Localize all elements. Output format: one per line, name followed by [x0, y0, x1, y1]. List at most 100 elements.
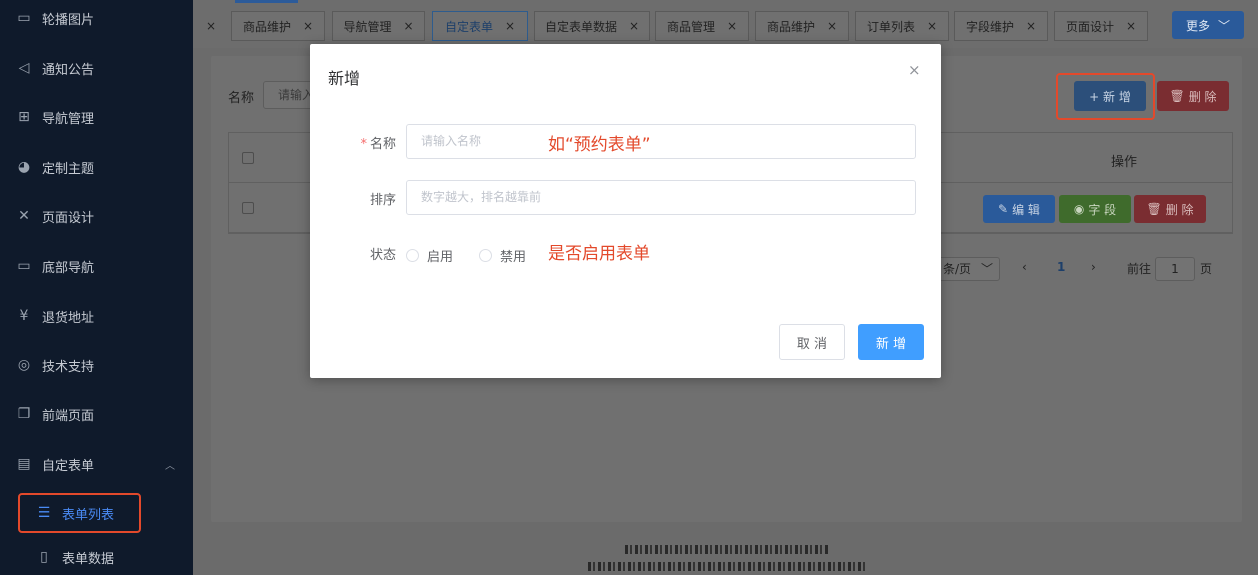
trash-icon: 🗑	[1146, 202, 1162, 216]
sidebar-item-theme[interactable]: ◕ 定制主题	[0, 147, 193, 187]
close-icon[interactable]: ×	[629, 19, 639, 33]
close-icon[interactable]: ×	[303, 19, 313, 33]
radio-circle[interactable]	[406, 249, 419, 262]
name-label-text: 名称	[369, 137, 396, 152]
close-icon[interactable]: ×	[505, 19, 515, 33]
chevron-up-icon: ︿	[165, 460, 175, 472]
prev-page-icon[interactable]: ‹	[1022, 260, 1027, 274]
tab-order-list[interactable]: 订单列表 ×	[855, 11, 949, 41]
edit-button[interactable]: ✎ 编 辑	[983, 195, 1055, 223]
name-label: * 名称	[336, 133, 396, 152]
highlight-box	[1056, 73, 1155, 120]
tab-label: 字段维护	[965, 19, 1014, 34]
page-size-select[interactable]: 条/页 ﹀	[938, 257, 1000, 281]
field-button[interactable]: ◉ 字 段	[1059, 195, 1131, 223]
select-all-checkbox[interactable]	[242, 152, 254, 164]
next-page-icon[interactable]: ›	[1091, 260, 1096, 274]
radio-circle[interactable]	[479, 249, 492, 262]
add-dialog: 新增 × * 名称 请输入名称 如“预约表单” 排序 数字越大，排名越靠前 状态 …	[310, 44, 941, 378]
close-icon[interactable]: ×	[1126, 19, 1136, 33]
status-label: 状态	[369, 248, 396, 263]
close-icon[interactable]: ×	[206, 19, 216, 33]
page-size-label: 条/页	[943, 262, 972, 276]
sidebar-item-label: 轮播图片	[42, 12, 95, 28]
cancel-button[interactable]: 取 消	[779, 324, 845, 360]
more-button[interactable]: 更多 ﹀	[1172, 11, 1244, 39]
sidebar-item-label: 技术支持	[42, 359, 95, 375]
sidebar-item-notice[interactable]: ◁ 通知公告	[0, 48, 193, 88]
column-header-operation: 操作	[1111, 155, 1138, 170]
name-input[interactable]: 请输入名称	[406, 124, 916, 159]
confirm-add-button[interactable]: 新 增	[858, 324, 924, 360]
support-icon: ◎	[17, 357, 31, 373]
edit-label: 编 辑	[1012, 202, 1040, 217]
sidebar: ▭ 轮播图片 ◁ 通知公告 ⊞ 导航管理 ◕ 定制主题 ✕ 页面设计 ▭ 底部导…	[0, 0, 193, 575]
delete-label: 删 除	[1188, 89, 1217, 104]
tab-label: 商品维护	[242, 19, 291, 34]
sidebar-item-label: 底部导航	[42, 260, 95, 276]
row-checkbox[interactable]	[242, 202, 254, 214]
status-radio-enable[interactable]: 启用	[406, 246, 453, 265]
sidebar-item-nav[interactable]: ⊞ 导航管理	[0, 97, 193, 137]
sort-input[interactable]: 数字越大，排名越靠前	[406, 180, 916, 215]
sidebar-item-support[interactable]: ◎ 技术支持	[0, 345, 193, 385]
close-icon[interactable]: ×	[927, 19, 937, 33]
tab-label: 商品维护	[766, 19, 815, 34]
status-annotation: 是否启用表单	[548, 244, 650, 264]
sidebar-item-frontend[interactable]: ❐ 前端页面	[0, 394, 193, 434]
sidebar-item-carousel[interactable]: ▭ 轮播图片	[0, 0, 193, 38]
goto-page-input[interactable]: 1	[1155, 257, 1195, 281]
more-label: 更多	[1185, 18, 1210, 33]
close-icon[interactable]: ×	[403, 19, 413, 33]
status-radio-disable[interactable]: 禁用	[479, 246, 526, 265]
sidebar-item-return-address[interactable]: ¥ 退货地址	[0, 296, 193, 336]
tab-label: 自定表单数据	[544, 19, 617, 34]
radio-label: 禁用	[500, 250, 527, 265]
sidebar-item-label: 定制主题	[42, 161, 95, 177]
sort-label: 排序	[369, 193, 396, 208]
tab-goods-manage[interactable]: 商品管理 ×	[655, 11, 749, 41]
tab-label: 商品管理	[666, 19, 715, 34]
tab-page-design[interactable]: 页面设计 ×	[1054, 11, 1148, 41]
sidebar-item-label: 自定表单	[42, 458, 95, 474]
search-label: 名称	[228, 91, 255, 106]
tab-nav-manage[interactable]: 导航管理 ×	[332, 11, 425, 41]
sidebar-item-label: 退货地址	[42, 310, 95, 326]
close-icon[interactable]: ×	[727, 19, 737, 33]
current-page[interactable]: 1	[1057, 260, 1065, 274]
tab-bar: × 商品维护 × 导航管理 × 自定表单 × 自定表单数据 × 商品管理 × 商品维护 × …	[193, 0, 1258, 48]
dialog-title: 新增	[328, 69, 361, 88]
tab-close-prev[interactable]: ×	[201, 11, 221, 41]
close-icon[interactable]: ×	[1026, 19, 1036, 33]
clipboard-icon: ▤	[17, 456, 31, 472]
row-delete-button[interactable]: 🗑 删 除	[1134, 195, 1206, 223]
tab-custom-form-data[interactable]: 自定表单数据 ×	[534, 11, 650, 41]
tab-label: 导航管理	[343, 19, 392, 34]
palette-icon: ◕	[17, 159, 31, 175]
footer	[193, 532, 1258, 575]
eye-icon: ◉	[1073, 202, 1085, 216]
image-icon: ▭	[17, 10, 31, 26]
highlight-box	[18, 493, 141, 533]
tab-custom-form[interactable]: 自定表单 ×	[432, 11, 528, 41]
tab-label: 订单列表	[866, 19, 915, 34]
name-annotation: 如“预约表单”	[548, 135, 651, 155]
delete-label: 删 除	[1165, 202, 1194, 217]
chevron-down-icon: ﹀	[1218, 18, 1231, 33]
sidebar-item-form-data[interactable]: ▯ 表单数据	[0, 537, 193, 575]
sidebar-item-page-design[interactable]: ✕ 页面设计	[0, 196, 193, 236]
sidebar-item-bottom-nav[interactable]: ▭ 底部导航	[0, 246, 193, 286]
edit-icon: ✎	[998, 202, 1009, 216]
tab-goods-maintain-2[interactable]: 商品维护 ×	[755, 11, 849, 41]
sidebar-item-label: 表单数据	[62, 551, 115, 567]
tools-icon: ✕	[18, 208, 30, 224]
document-icon: ▯	[40, 549, 48, 565]
sidebar-item-label: 通知公告	[42, 62, 95, 78]
delete-button[interactable]: 🗑 删 除	[1157, 81, 1229, 111]
close-icon[interactable]: ×	[827, 19, 837, 33]
tab-goods-maintain[interactable]: 商品维护 ×	[231, 11, 325, 41]
tab-field-maintain[interactable]: 字段维护 ×	[954, 11, 1048, 41]
radio-label: 启用	[427, 250, 454, 265]
close-icon[interactable]: ×	[908, 61, 921, 79]
sidebar-item-custom-form[interactable]: ▤ 自定表单 ︿	[0, 444, 193, 484]
